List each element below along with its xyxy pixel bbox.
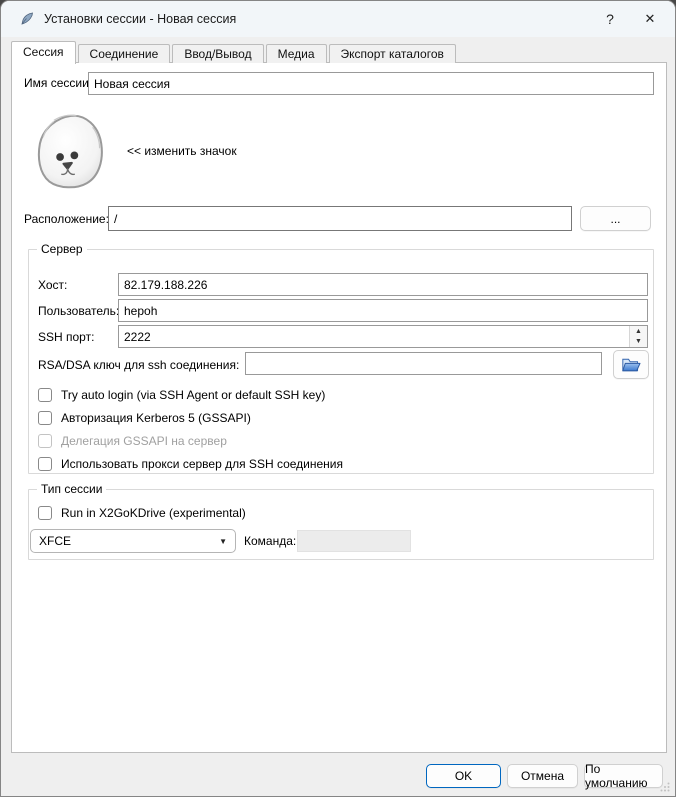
autologin-checkbox[interactable] bbox=[38, 388, 52, 402]
open-folder-icon bbox=[621, 356, 641, 374]
close-button[interactable]: ✕ bbox=[633, 3, 667, 34]
ssh-key-browse-button[interactable] bbox=[613, 350, 649, 379]
session-icon-button[interactable] bbox=[28, 110, 114, 194]
kerberos-checkbox-row[interactable]: Авторизация Kerberos 5 (GSSAPI) bbox=[38, 410, 251, 426]
chevron-down-icon: ▼ bbox=[219, 537, 227, 546]
autologin-label: Try auto login (via SSH Agent or default… bbox=[61, 388, 325, 402]
ssh-port-label: SSH порт: bbox=[38, 330, 94, 344]
ssh-proxy-checkbox-row[interactable]: Использовать прокси сервер для SSH соеди… bbox=[38, 456, 343, 472]
server-group-title: Сервер bbox=[37, 242, 87, 256]
gssapi-delegation-label: Делегация GSSAPI на сервер bbox=[61, 434, 227, 448]
gssapi-delegation-checkbox bbox=[38, 434, 52, 448]
defaults-button[interactable]: По умолчанию bbox=[584, 764, 663, 788]
ssh-key-input[interactable] bbox=[245, 352, 602, 375]
session-tab-page: Имя сессии: << изменить знач bbox=[11, 62, 667, 753]
tab-shared-folders[interactable]: Экспорт каталогов bbox=[329, 44, 456, 63]
ssh-proxy-label: Использовать прокси сервер для SSH соеди… bbox=[61, 457, 343, 471]
desktop-type-dropdown[interactable]: XFCE ▼ bbox=[30, 529, 236, 553]
seal-icon bbox=[28, 110, 114, 194]
spin-down-icon[interactable]: ▼ bbox=[630, 337, 647, 348]
x2gokdrive-label: Run in X2GoKDrive (experimental) bbox=[61, 506, 246, 520]
x2gokdrive-checkbox-row[interactable]: Run in X2GoKDrive (experimental) bbox=[38, 505, 246, 521]
ssh-port-input[interactable] bbox=[118, 325, 648, 348]
ssh-port-spinbox: ▲ ▼ bbox=[118, 325, 648, 348]
title-bar: Установки сессии - Новая сессия ? ✕ bbox=[1, 1, 675, 37]
kerberos-label: Авторизация Kerberos 5 (GSSAPI) bbox=[61, 411, 251, 425]
kerberos-checkbox[interactable] bbox=[38, 411, 52, 425]
user-input[interactable] bbox=[118, 299, 648, 322]
window-title: Установки сессии - Новая сессия bbox=[44, 12, 236, 26]
change-icon-button[interactable]: << изменить значок bbox=[127, 144, 237, 158]
session-name-input[interactable] bbox=[88, 72, 654, 95]
cancel-button[interactable]: Отмена bbox=[507, 764, 578, 788]
host-input[interactable] bbox=[118, 273, 648, 296]
spin-up-icon[interactable]: ▲ bbox=[630, 326, 647, 337]
ssh-proxy-checkbox[interactable] bbox=[38, 457, 52, 471]
browse-path-button[interactable]: ... bbox=[580, 206, 651, 231]
tab-session[interactable]: Сессия bbox=[11, 41, 76, 64]
ssh-port-spinner: ▲ ▼ bbox=[629, 326, 647, 347]
gssapi-delegation-checkbox-row: Делегация GSSAPI на сервер bbox=[38, 433, 227, 449]
host-label: Хост: bbox=[38, 278, 67, 292]
path-input[interactable] bbox=[108, 206, 572, 231]
resize-grip[interactable] bbox=[660, 782, 670, 792]
ok-button[interactable]: OK bbox=[426, 764, 501, 788]
session-preferences-dialog: Установки сессии - Новая сессия ? ✕ Сесс… bbox=[0, 0, 676, 797]
tab-bar: Сессия Соединение Ввод/Вывод Медиа Экспо… bbox=[11, 43, 458, 63]
path-label: Расположение: bbox=[24, 212, 109, 226]
ssh-key-label: RSA/DSA ключ для ssh соединения: bbox=[38, 358, 239, 372]
app-feather-icon bbox=[19, 11, 35, 27]
tab-media[interactable]: Медиа bbox=[266, 44, 327, 63]
tab-connection[interactable]: Соединение bbox=[78, 44, 171, 63]
session-type-group-title: Тип сессии bbox=[37, 482, 106, 496]
help-button[interactable]: ? bbox=[593, 3, 627, 34]
autologin-checkbox-row[interactable]: Try auto login (via SSH Agent or default… bbox=[38, 387, 325, 403]
user-label: Пользователь: bbox=[38, 304, 119, 318]
x2gokdrive-checkbox[interactable] bbox=[38, 506, 52, 520]
desktop-type-value: XFCE bbox=[39, 534, 71, 548]
session-name-label: Имя сессии: bbox=[24, 76, 92, 90]
command-input bbox=[297, 530, 411, 552]
command-label: Команда: bbox=[244, 534, 296, 548]
tab-input-output[interactable]: Ввод/Вывод bbox=[172, 44, 263, 63]
